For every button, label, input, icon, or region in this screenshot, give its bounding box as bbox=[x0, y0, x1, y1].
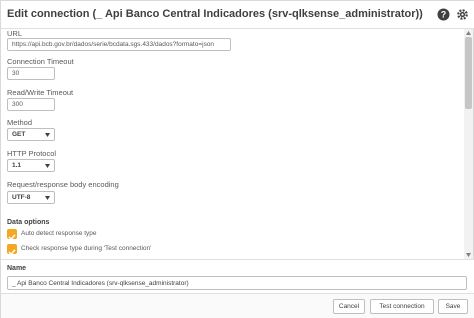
save-button[interactable]: Save bbox=[438, 299, 468, 314]
encoding-label: Request/response body encoding bbox=[7, 180, 119, 189]
chevron-down-icon bbox=[45, 133, 50, 137]
gear-icon[interactable] bbox=[456, 8, 469, 21]
dialog-header: Edit connection (_ Api Banco Central Ind… bbox=[1, 1, 474, 29]
name-section: Name _ Api Banco Central Indicadores (sr… bbox=[1, 259, 474, 293]
checkmark-icon bbox=[8, 249, 16, 256]
method-select[interactable]: GET bbox=[7, 128, 55, 141]
url-input[interactable]: https://api.bcb.gov.br/dados/serie/bcdat… bbox=[7, 38, 231, 51]
http-protocol-select[interactable]: 1.1 bbox=[7, 159, 55, 172]
auto-detect-checkbox-row[interactable]: Auto detect response type bbox=[7, 229, 147, 241]
cancel-button[interactable]: Cancel bbox=[333, 299, 365, 314]
scrollbar-thumb[interactable] bbox=[465, 37, 472, 109]
encoding-value: UTF-8 bbox=[12, 194, 31, 201]
check-response-checkbox[interactable] bbox=[7, 244, 17, 256]
http-protocol-value: 1.1 bbox=[12, 162, 22, 169]
dialog-body: URL https://api.bcb.gov.br/dados/serie/b… bbox=[1, 29, 474, 259]
connection-timeout-input[interactable]: 30 bbox=[7, 67, 55, 80]
auto-detect-label: Auto detect response type bbox=[21, 230, 97, 237]
data-options-title: Data options bbox=[7, 219, 50, 226]
check-response-checkbox-row[interactable]: Check response type during 'Test connect… bbox=[7, 244, 187, 256]
name-label: Name bbox=[7, 265, 27, 272]
http-protocol-label: HTTP Protocol bbox=[7, 149, 57, 158]
check-response-label: Check response type during 'Test connect… bbox=[21, 245, 152, 252]
svg-text:?: ? bbox=[441, 10, 447, 20]
vertical-scrollbar[interactable] bbox=[464, 29, 473, 259]
method-value: GET bbox=[12, 131, 26, 138]
method-label: Method bbox=[7, 118, 33, 127]
scroll-down-icon[interactable] bbox=[466, 253, 471, 257]
help-circle-icon[interactable]: ? bbox=[437, 8, 450, 21]
read-write-timeout-input[interactable]: 300 bbox=[7, 98, 55, 111]
chevron-down-icon bbox=[45, 164, 50, 168]
encoding-select[interactable]: UTF-8 bbox=[7, 191, 55, 204]
edit-connection-dialog: Edit connection (_ Api Banco Central Ind… bbox=[0, 0, 474, 318]
dialog-title: Edit connection (_ Api Banco Central Ind… bbox=[7, 8, 423, 20]
read-write-timeout-label: Read/Write Timeout bbox=[7, 88, 74, 97]
url-label: URL bbox=[7, 29, 23, 38]
dialog-footer: Cancel Test connection Save bbox=[1, 293, 474, 318]
checkmark-icon bbox=[8, 234, 16, 241]
scroll-up-icon[interactable] bbox=[466, 31, 471, 35]
auto-detect-checkbox[interactable] bbox=[7, 229, 17, 241]
chevron-down-icon bbox=[45, 196, 50, 200]
test-connection-button[interactable]: Test connection bbox=[370, 299, 434, 314]
name-input[interactable]: _ Api Banco Central Indicadores (srv-qlk… bbox=[7, 276, 467, 290]
connection-timeout-label: Connection Timeout bbox=[7, 57, 74, 66]
